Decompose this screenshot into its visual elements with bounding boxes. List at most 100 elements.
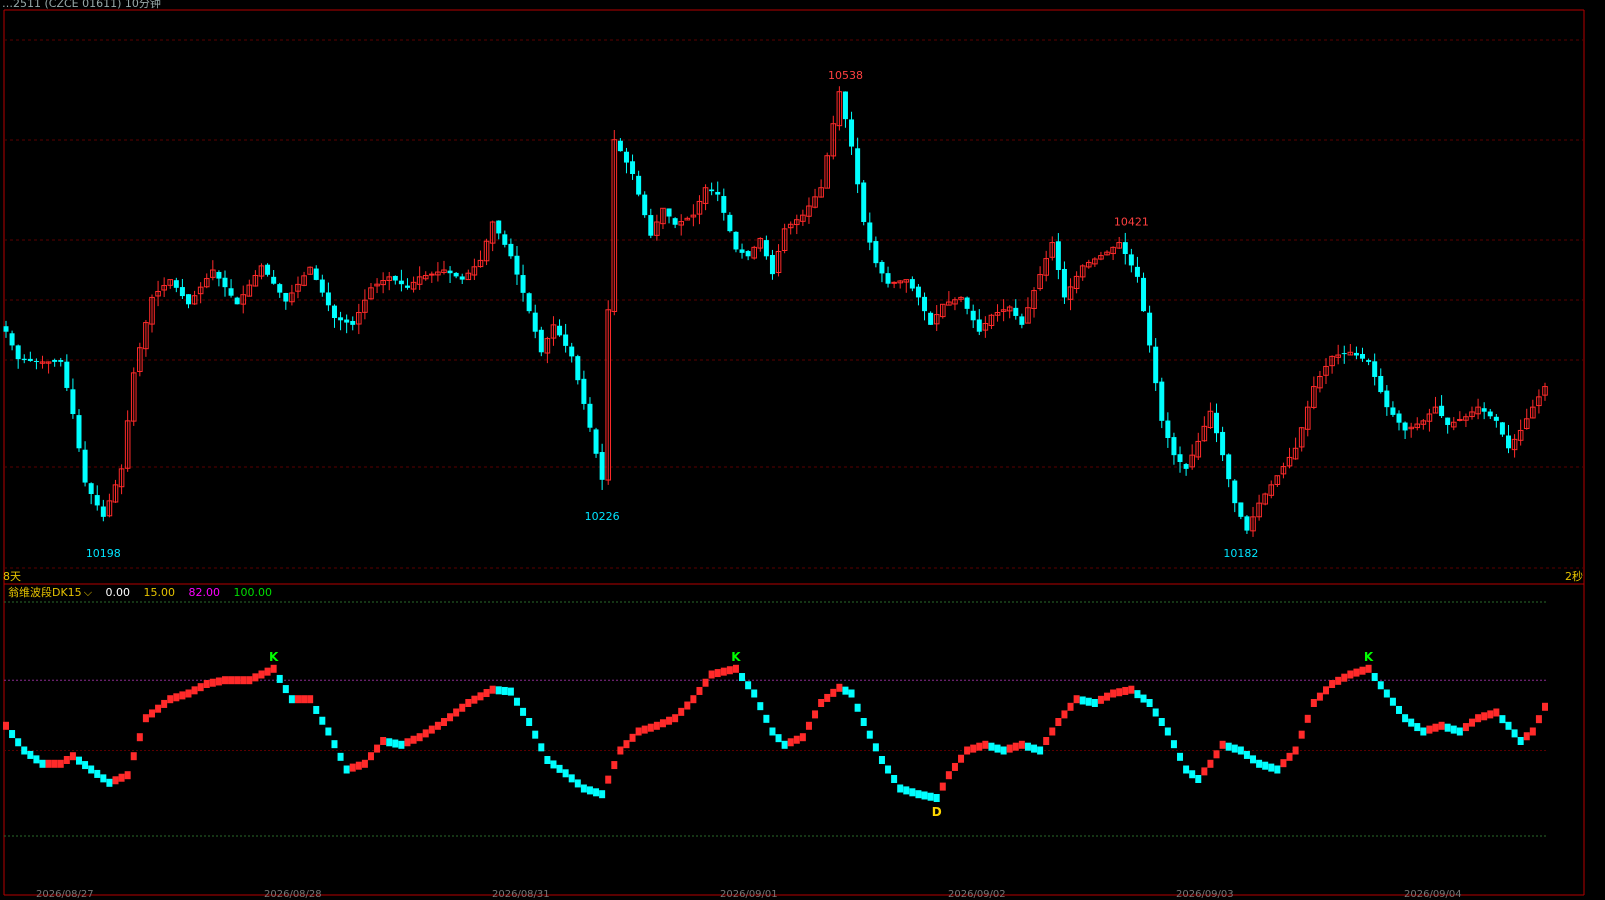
indicator-block	[1450, 725, 1457, 734]
indicator-block	[739, 673, 746, 682]
candle-body	[1372, 361, 1378, 377]
chevron-down-icon: ⌵	[83, 586, 93, 599]
candle-body	[325, 292, 331, 306]
indicator-block	[1487, 710, 1494, 719]
candle-body	[9, 333, 15, 346]
indicator-block	[191, 686, 198, 695]
candle-body	[630, 161, 636, 174]
indicator-block	[1408, 718, 1415, 727]
indicator-block	[1268, 763, 1275, 772]
indicator-block	[1079, 696, 1086, 705]
indicator-block	[805, 721, 812, 730]
indicator-value-100: 100.00	[233, 586, 273, 599]
indicator-header: 翁维波段DK15 ⌵ 0.00 15.00 82.00 100.00	[8, 584, 282, 600]
indicator-block	[130, 752, 137, 761]
candle-body	[642, 194, 648, 216]
indicator-block	[1110, 689, 1117, 698]
indicator-block	[483, 689, 490, 698]
indicator-block	[240, 676, 247, 685]
indicator-block	[246, 676, 253, 685]
indicator-block	[751, 689, 758, 698]
indicator-block	[1031, 744, 1038, 753]
candle-body	[1055, 241, 1061, 270]
candle-body	[228, 288, 234, 296]
indicator-block	[1243, 750, 1250, 759]
indicator-block	[714, 669, 721, 678]
indicator-block	[617, 746, 624, 755]
indicator-block	[215, 677, 222, 686]
indicator-block	[325, 727, 332, 736]
indicator-block	[1462, 723, 1469, 732]
candle-body	[763, 240, 769, 257]
indicator-block	[970, 744, 977, 753]
indicator-block	[1195, 775, 1202, 783]
indicator-block	[501, 686, 508, 695]
indicator-block	[1134, 690, 1141, 699]
indicator-block	[313, 705, 320, 714]
indicator-block	[203, 680, 210, 688]
indicator-block	[69, 752, 76, 761]
indicator-block	[1402, 714, 1409, 723]
indicator-block	[288, 695, 295, 704]
indicator-block	[100, 774, 107, 783]
indicator-block	[903, 786, 910, 795]
candle-body	[33, 360, 39, 362]
indicator-block	[422, 729, 429, 738]
indicator-block	[228, 676, 235, 685]
indicator-block	[690, 695, 697, 704]
candle-body	[709, 189, 715, 192]
x-tick-label: 2026/09/04	[1404, 889, 1462, 900]
candle-body	[1177, 454, 1183, 462]
indicator-block	[769, 727, 776, 736]
indicator-block	[307, 695, 314, 704]
candle-body	[100, 506, 106, 517]
candle-body	[885, 273, 891, 284]
indicator-block	[1493, 708, 1500, 717]
indicator-block	[787, 738, 794, 747]
candle-body	[587, 403, 593, 428]
indicator-block	[1201, 767, 1208, 776]
indicator-block	[1444, 723, 1451, 732]
indicator-name-dropdown[interactable]: 翁维波段DK15 ⌵	[8, 586, 92, 599]
candle-body	[283, 292, 289, 302]
indicator-block	[556, 764, 563, 773]
candle-body	[1147, 312, 1153, 346]
indicator-block	[161, 699, 168, 708]
indicator-block	[1012, 742, 1019, 751]
indicator-block	[51, 759, 58, 768]
indicator-block	[763, 714, 770, 723]
indicator-block	[398, 740, 405, 749]
indicator-block	[63, 756, 70, 764]
indicator-block	[1085, 697, 1092, 706]
indicator-value-82: 82.00	[188, 586, 221, 599]
indicator-block	[732, 664, 739, 673]
candle-body	[769, 254, 775, 275]
indicator-signal-marker: K	[731, 650, 741, 664]
indicator-block	[1456, 727, 1463, 736]
candle-body	[1061, 268, 1067, 298]
indicator-block	[1310, 699, 1317, 707]
indicator-block	[964, 746, 971, 755]
candlestick-chart[interactable]: 10538 10421 10226 10198 10182 K K D K	[0, 0, 1605, 899]
candle-body	[52, 359, 58, 362]
indicator-signal-marker: D	[932, 805, 942, 819]
indicator-block	[1371, 673, 1378, 682]
indicator-block	[1511, 729, 1518, 738]
indicator-block	[1250, 755, 1257, 764]
indicator-block	[258, 670, 265, 679]
candle-body	[666, 208, 672, 217]
indicator-signal-marker: K	[1364, 650, 1374, 664]
indicator-block	[155, 704, 162, 713]
indicator-block	[410, 735, 417, 744]
candle-body	[599, 452, 605, 480]
indicator-block	[1396, 705, 1403, 714]
indicator-block	[532, 730, 539, 739]
candle-body	[672, 218, 678, 225]
candle-body	[1171, 437, 1177, 456]
candle-body	[1226, 454, 1232, 480]
candle-body	[1493, 416, 1499, 421]
indicator-block	[599, 790, 606, 799]
indicator-block	[112, 776, 119, 785]
candle-body	[1341, 353, 1347, 355]
indicator-block	[586, 786, 593, 795]
